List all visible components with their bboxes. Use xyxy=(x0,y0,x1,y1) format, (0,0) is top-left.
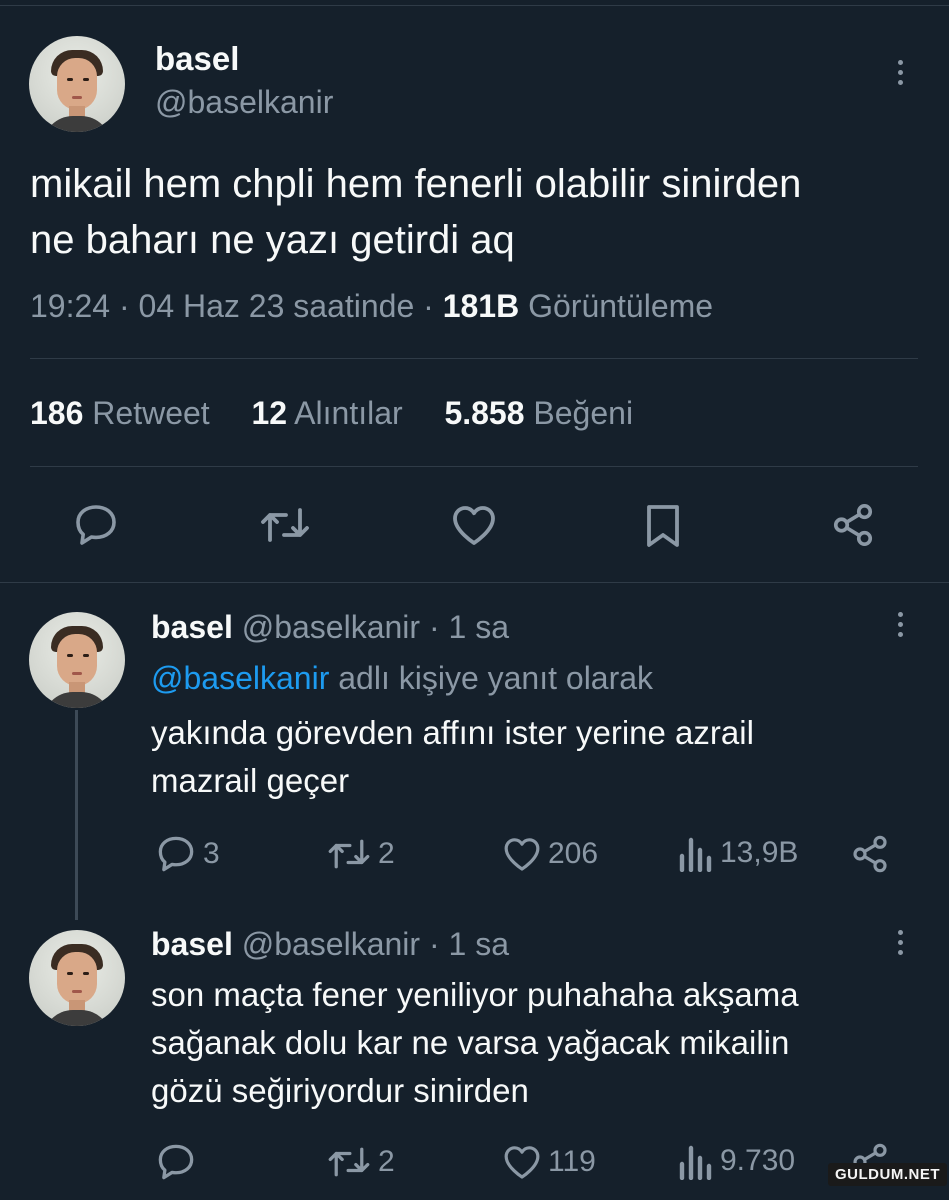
author-handle[interactable]: @baselkanir xyxy=(155,84,333,121)
replying-to-label: adlı kişiye yanıt olarak xyxy=(338,660,654,696)
views-count: 181B xyxy=(442,288,520,324)
reply-action[interactable] xyxy=(155,1142,203,1182)
more-icon[interactable] xyxy=(898,930,904,960)
tweet-text-line-1: mikail hem chpli hem fenerli olabilir si… xyxy=(30,162,802,206)
retweets-stat[interactable]: 186 Retweet xyxy=(30,395,210,431)
views-label: Görüntüleme xyxy=(528,288,714,324)
views-icon xyxy=(679,1145,712,1180)
avatar[interactable] xyxy=(29,612,125,708)
reply-icon[interactable] xyxy=(72,502,120,548)
reply-text-line-1: son maçta fener yeniliyor puhahaha akşam… xyxy=(151,976,799,1013)
like-icon xyxy=(504,1146,540,1179)
reply-text-line-2: mazrail geçer xyxy=(151,762,350,799)
watermark: GULDUM.NET xyxy=(828,1163,947,1186)
tweet-text-line-2: ne baharı ne yazı getirdi aq xyxy=(30,218,515,262)
tweet-date[interactable]: 04 Haz 23 saatinde xyxy=(139,288,415,324)
views-count: 9.730 xyxy=(720,1144,796,1177)
reply-icon xyxy=(158,836,194,872)
retweet-count: 2 xyxy=(378,1145,395,1178)
share-icon[interactable] xyxy=(830,502,876,548)
meta-separator: · xyxy=(423,288,434,324)
divider xyxy=(30,466,918,467)
divider xyxy=(30,358,918,359)
reply-count: 3 xyxy=(203,837,220,870)
reply-header: basel @baselkanir · 1 sa xyxy=(151,926,509,963)
views-action[interactable]: 13,9B xyxy=(678,834,798,872)
views-icon xyxy=(679,837,712,872)
bookmark-icon[interactable] xyxy=(643,502,683,550)
engagement-stats: 186 Retweet 12 Alıntılar 5.858 Beğeni xyxy=(30,395,633,432)
quotes-stat[interactable]: 12 Alıntılar xyxy=(251,395,402,431)
author-handle[interactable]: @baselkanir xyxy=(242,926,420,962)
reply-time[interactable]: · 1 sa xyxy=(429,926,509,962)
tweet-time[interactable]: 19:24 xyxy=(30,288,110,324)
retweet-action[interactable]: 2 xyxy=(326,1142,395,1182)
author-name[interactable]: basel xyxy=(151,609,233,645)
top-divider xyxy=(0,5,949,6)
reply-time[interactable]: · 1 sa xyxy=(429,609,509,645)
reply-text-line-1: yakında görevden affını ister yerine azr… xyxy=(151,714,754,751)
share-icon[interactable] xyxy=(850,834,890,874)
retweet-count: 2 xyxy=(378,837,395,870)
retweet-icon xyxy=(328,1147,370,1177)
reply-icon xyxy=(158,1144,194,1180)
replying-to: @baselkanir adlı kişiye yanıt olarak xyxy=(151,660,653,697)
reply-header: basel @baselkanir · 1 sa xyxy=(151,609,509,646)
tweet-meta: 19:24 · 04 Haz 23 saatinde · 181B Görünt… xyxy=(30,288,713,325)
like-icon[interactable] xyxy=(450,502,498,548)
reply-text-line-2: sağanak dolu kar ne varsa yağacak mikail… xyxy=(151,1024,790,1061)
retweet-action[interactable]: 2 xyxy=(326,834,395,874)
likes-stat[interactable]: 5.858 Beğeni xyxy=(444,395,633,431)
reply-text-line-3: gözü seğiriyordur sinirden xyxy=(151,1072,529,1109)
views-action[interactable]: 9.730 xyxy=(678,1142,795,1180)
avatar[interactable] xyxy=(29,930,125,1026)
like-count: 119 xyxy=(548,1145,596,1178)
meta-separator: · xyxy=(118,288,130,324)
author-name[interactable]: basel xyxy=(151,926,233,962)
like-count: 206 xyxy=(548,837,599,870)
retweet-icon[interactable] xyxy=(258,502,312,548)
thread-connector xyxy=(75,710,78,920)
author-handle[interactable]: @baselkanir xyxy=(242,609,420,645)
more-icon[interactable] xyxy=(898,612,904,642)
replying-to-handle[interactable]: @baselkanir xyxy=(151,660,329,696)
retweet-icon xyxy=(328,839,370,869)
more-icon[interactable] xyxy=(898,60,904,90)
reply-action[interactable]: 3 xyxy=(155,834,220,874)
divider xyxy=(0,582,949,583)
avatar[interactable] xyxy=(29,36,125,132)
like-action[interactable]: 119 xyxy=(502,1142,596,1182)
like-icon xyxy=(504,838,540,871)
views-count: 13,9B xyxy=(720,836,799,869)
like-action[interactable]: 206 xyxy=(502,834,598,874)
author-name[interactable]: basel xyxy=(155,40,239,78)
